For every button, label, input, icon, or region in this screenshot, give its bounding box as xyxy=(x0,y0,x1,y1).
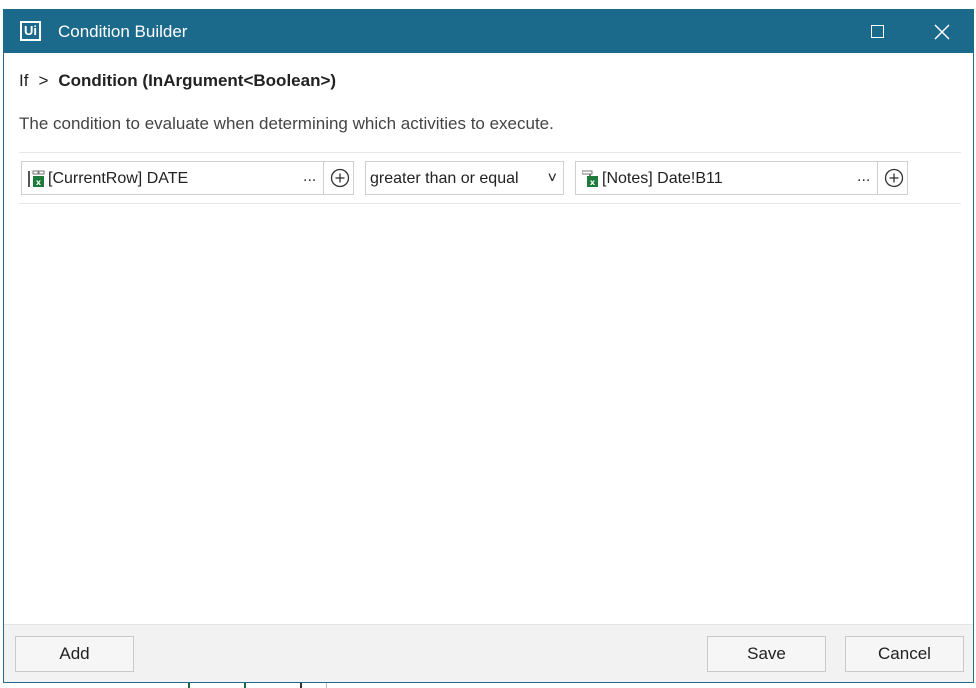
right-operand-add-button[interactable] xyxy=(877,162,909,194)
plus-circle-icon xyxy=(330,168,349,188)
left-operand-value: [CurrentRow] DATE xyxy=(48,170,189,187)
plus-circle-icon xyxy=(884,168,903,188)
property-description: The condition to evaluate when determini… xyxy=(19,114,554,133)
svg-text:x: x xyxy=(36,178,42,187)
breadcrumb-current: Condition (InArgument<Boolean>) xyxy=(58,71,337,90)
condition-builder-dialog: Ui Condition Builder If > Condition (InArg… xyxy=(3,9,974,683)
operator-dropdown[interactable]: greater than or equal ˅ xyxy=(365,161,564,195)
maximize-icon xyxy=(870,25,884,38)
operator-selected: greater than or equal xyxy=(370,170,519,187)
chevron-down-icon: ˅ xyxy=(547,170,557,187)
svg-text:x: x xyxy=(590,178,596,187)
condition-row: x [CurrentRow] DATE ... greater than or … xyxy=(19,152,961,204)
excel-cell-icon: x xyxy=(582,170,598,187)
breadcrumb-root[interactable]: If xyxy=(19,71,28,90)
close-button[interactable] xyxy=(912,10,972,53)
right-operand-value: [Notes] Date!B11 xyxy=(602,170,723,187)
left-operand-more-button[interactable]: ... xyxy=(303,168,316,186)
titlebar: Ui Condition Builder xyxy=(4,10,973,53)
window-title: Condition Builder xyxy=(58,22,188,41)
right-operand-field[interactable]: x [Notes] Date!B11 ... xyxy=(575,161,908,195)
excel-column-icon: x xyxy=(28,170,45,187)
close-icon xyxy=(934,23,950,40)
dialog-footer: Add Save Cancel xyxy=(4,624,973,682)
cancel-button[interactable]: Cancel xyxy=(845,636,964,672)
right-operand-more-button[interactable]: ... xyxy=(857,168,870,186)
left-operand-add-button[interactable] xyxy=(323,162,355,194)
left-operand-field[interactable]: x [CurrentRow] DATE ... xyxy=(21,161,354,195)
breadcrumb-separator: > xyxy=(38,71,49,90)
background-canvas-fragment xyxy=(188,683,327,688)
breadcrumb: If > Condition (InArgument<Boolean>) xyxy=(19,71,336,91)
save-button[interactable]: Save xyxy=(707,636,826,672)
uipath-logo: Ui xyxy=(20,21,41,41)
add-button[interactable]: Add xyxy=(15,636,134,672)
maximize-button[interactable] xyxy=(847,10,907,53)
